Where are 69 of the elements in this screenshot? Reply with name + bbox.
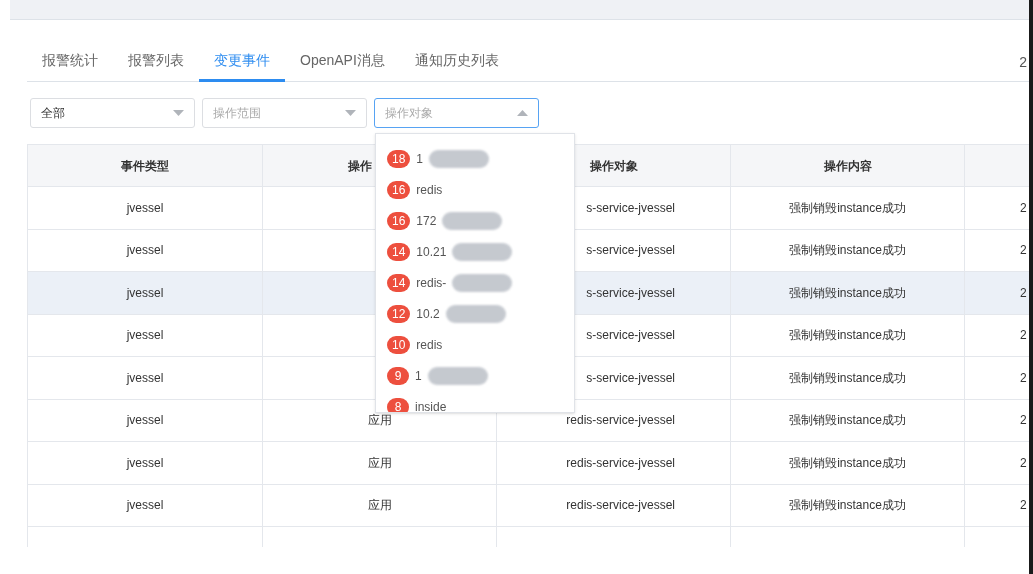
table-cell: s-service-jvessel	[586, 285, 675, 300]
option-label[interactable]: 10.2	[416, 304, 440, 323]
caret-up-icon	[517, 110, 528, 116]
table-cell: jvessel	[126, 285, 164, 300]
option-label[interactable]: inside	[415, 397, 447, 412]
table-cell: s-service-jvessel	[586, 200, 675, 215]
option-label[interactable]: redis-	[416, 273, 447, 292]
count-badge: 16	[387, 180, 411, 199]
count-badge: 12	[387, 304, 411, 323]
table-cell: s-service-jvessel	[586, 243, 675, 258]
column-header: 操作对象	[589, 158, 638, 173]
column-header: 操作	[348, 158, 372, 173]
count-badge: 9	[387, 366, 409, 385]
table-cell: 应用	[367, 413, 392, 428]
tab[interactable]: 通知历史列表	[399, 42, 514, 82]
option-label[interactable]: 1	[416, 149, 424, 168]
edge-text: 2	[1019, 53, 1027, 72]
table-row[interactable]: jvessel 应用 redis-service-jvessel 强制销毁instance成功 2	[27, 484, 1029, 527]
option-label[interactable]: 1	[415, 366, 422, 385]
table-cell: 强制销毁instance成功	[789, 200, 906, 215]
table-cell: 2	[1020, 370, 1027, 385]
table-cell: 强制销毁instance成功	[789, 285, 906, 300]
table-cell: 2	[1020, 285, 1027, 300]
table-cell: 强制销毁instance成功	[789, 498, 906, 513]
table-cell: s-service-jvessel	[586, 328, 675, 343]
table-cell: jvessel	[126, 328, 164, 343]
table-cell: redis-service-jvessel	[566, 498, 675, 513]
column-header: 事件类型	[121, 158, 169, 173]
table-cell: 2	[1020, 328, 1027, 343]
option-label[interactable]: redis	[416, 335, 443, 354]
count-badge: 8	[387, 397, 409, 412]
count-badge: 18	[387, 149, 411, 168]
table-cell: 强制销毁instance成功	[789, 455, 906, 470]
option-label[interactable]: 172	[416, 211, 437, 230]
option-label[interactable]: redis	[416, 180, 443, 199]
table-cell: jvessel	[126, 370, 164, 385]
count-badge: 14	[387, 242, 411, 261]
table-row[interactable]: jvessel 应用 redis-service-jvessel 强制销毁instance成功 2	[27, 441, 1029, 484]
table-cell: 应用	[367, 498, 392, 513]
table-cell: 强制销毁instance成功	[789, 413, 906, 428]
count-badge: 16	[387, 211, 411, 230]
table-cell: 应用	[367, 455, 392, 470]
table-cell: 强制销毁instance成功	[789, 328, 906, 343]
table-cell: jvessel	[126, 498, 164, 513]
option-label[interactable]: 10.21	[416, 242, 447, 261]
table-cell: 2	[1020, 200, 1027, 215]
count-badge: 14	[387, 273, 411, 292]
table-cell: jvessel	[126, 413, 164, 428]
table-cell: 2	[1020, 455, 1027, 470]
table-cell: s-service-jvessel	[586, 370, 675, 385]
table-cell: redis-service-jvessel	[566, 455, 675, 470]
table-cell: 2	[1020, 498, 1027, 513]
table-cell: 2	[1020, 413, 1027, 428]
table-cell: redis-service-jvessel	[566, 413, 675, 428]
table-cell: jvessel	[126, 243, 164, 258]
table-cell: 强制销毁instance成功	[789, 370, 906, 385]
tab[interactable]: 报警统计	[27, 42, 113, 82]
select-field[interactable]: 全部	[30, 98, 195, 128]
table-cell: 强制销毁instance成功	[789, 243, 906, 258]
table-cell: jvessel	[126, 455, 164, 470]
tab[interactable]: 报警列表	[113, 42, 199, 82]
table-cell: 2	[1020, 243, 1027, 258]
column-header: 操作内容	[823, 158, 872, 173]
count-badge: 10	[387, 335, 411, 354]
caret-down-icon	[345, 110, 356, 116]
table-cell: jvessel	[126, 200, 164, 215]
caret-down-icon	[173, 110, 184, 116]
tab[interactable]: OpenAPI消息	[285, 42, 400, 82]
tab[interactable]: 变更事件	[199, 42, 285, 82]
